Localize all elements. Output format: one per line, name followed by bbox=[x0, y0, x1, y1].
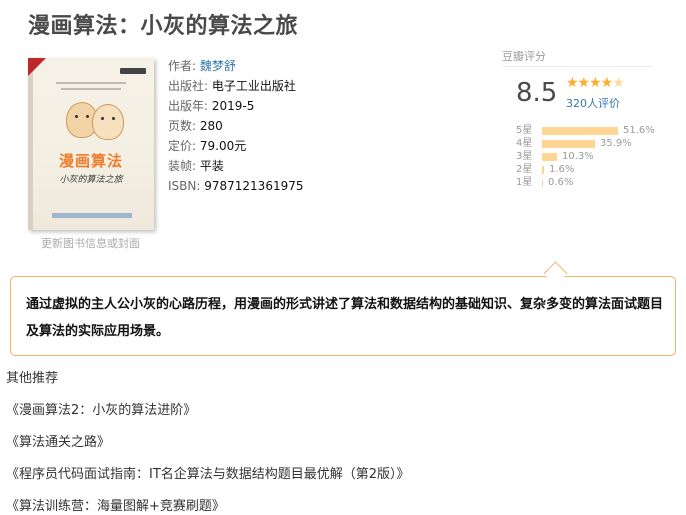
cover-title-text: 漫画算法 bbox=[58, 152, 123, 170]
rating-header: 豆瓣评分 bbox=[502, 50, 546, 63]
info-binding: 装帧: 平装 bbox=[168, 159, 224, 173]
info-pub-year: 出版年: 2019-5 bbox=[168, 99, 255, 113]
rating-star-label: 3星 bbox=[516, 151, 533, 162]
rating-bar bbox=[542, 140, 595, 148]
rating-star-label: 2星 bbox=[516, 164, 533, 175]
info-price: 定价: 79.00元 bbox=[168, 139, 247, 153]
rating-bar bbox=[542, 153, 557, 161]
rating-bar bbox=[542, 166, 544, 174]
rating-percent: 35.9% bbox=[600, 138, 632, 149]
cover-blurb-line bbox=[61, 88, 121, 90]
recommendation-item[interactable]: 《算法训练营：海量图解+竞赛刷题》 bbox=[6, 495, 225, 514]
recommendation-item[interactable]: 《算法通关之路》 bbox=[6, 431, 110, 450]
rating-stars-icon: ★★★★★ bbox=[566, 75, 625, 91]
rating-divider bbox=[502, 66, 652, 67]
cover-publisher-logos bbox=[52, 213, 132, 218]
rating-star-label: 5星 bbox=[516, 125, 533, 136]
info-pages: 页数: 280 bbox=[168, 119, 223, 133]
recommendation-item[interactable]: 《程序员代码面试指南：IT名企算法与数据结构题目最优解（第2版）》 bbox=[6, 463, 410, 482]
summary-text: 通过虚拟的主人公小灰的心路历程，用漫画的形式讲述了算法和数据结构的基础知识、复杂… bbox=[26, 297, 664, 339]
hamster-illustration-icon bbox=[92, 104, 124, 140]
rating-percent: 0.6% bbox=[548, 177, 574, 188]
rating-star-label: 1星 bbox=[516, 177, 533, 188]
book-title: 漫画算法：小灰的算法之旅 bbox=[28, 14, 299, 39]
book-cover-image[interactable]: 漫画算法 小灰的算法之旅 bbox=[28, 58, 154, 230]
info-author: 作者: 魏梦舒 bbox=[168, 59, 236, 73]
rating-panel: 豆瓣评分 8.5 ★★★★★ 320人评价 bbox=[502, 48, 672, 110]
cover-spine bbox=[28, 58, 33, 230]
rating-count-link[interactable]: 320人评价 bbox=[566, 95, 620, 111]
rating-percent: 10.3% bbox=[562, 151, 594, 162]
rating-bar bbox=[542, 127, 618, 135]
cover-subtitle-text: 小灰的算法之旅 bbox=[59, 175, 123, 185]
book-info: 作者: 魏梦舒 出版社: 电子工业出版社 出版年: 2019-5 页数: 280… bbox=[168, 56, 304, 196]
recommendations-header: 其他推荐 bbox=[6, 371, 59, 386]
rating-percent: 51.6% bbox=[623, 125, 655, 136]
info-isbn: ISBN: 9787121361975 bbox=[168, 179, 304, 193]
rating-percent: 1.6% bbox=[549, 164, 575, 175]
author-link[interactable]: 魏梦舒 bbox=[200, 59, 236, 73]
recommendation-item[interactable]: 《漫画算法2：小灰的算法进阶》 bbox=[6, 399, 196, 418]
rating-star-label: 4星 bbox=[516, 138, 533, 149]
cover-red-corner bbox=[28, 58, 46, 76]
rating-score: 8.5 bbox=[516, 78, 558, 108]
update-cover-link[interactable]: 更新图书信息或封面 bbox=[41, 235, 140, 251]
publisher-logo-icon bbox=[120, 68, 146, 74]
rating-bar bbox=[542, 179, 543, 187]
cover-blurb-line bbox=[56, 82, 126, 84]
info-publisher: 出版社: 电子工业出版社 bbox=[168, 79, 296, 93]
